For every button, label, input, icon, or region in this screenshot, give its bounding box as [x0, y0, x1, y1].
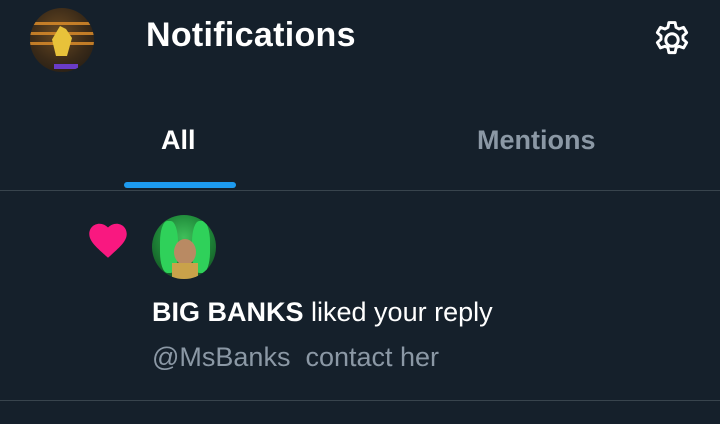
notification-tabs: All Mentions [0, 100, 720, 190]
reply-preview: @MsBanks contact her [152, 342, 439, 373]
notification-item[interactable]: BIG BANKS liked your reply @MsBanks cont… [0, 191, 720, 400]
tab-mentions[interactable]: Mentions [360, 100, 720, 190]
avatar-detail [30, 22, 94, 25]
active-tab-indicator [124, 182, 236, 188]
user-name[interactable]: BIG BANKS [152, 297, 304, 327]
profile-avatar[interactable] [30, 8, 94, 72]
item-divider [0, 400, 720, 401]
user-avatar[interactable] [152, 215, 216, 279]
heart-icon [89, 223, 127, 258]
avatar-detail [172, 263, 198, 279]
tab-label: All [161, 125, 196, 155]
notification-text: BIG BANKS liked your reply [152, 297, 493, 328]
mention-handle[interactable]: @MsBanks [152, 342, 290, 372]
gear-icon [655, 21, 689, 55]
avatar-detail [174, 239, 196, 265]
avatar-detail [54, 64, 78, 69]
reply-snippet: contact her [305, 342, 440, 372]
top-bar: Notifications [0, 0, 720, 80]
tab-all[interactable]: All [0, 100, 360, 190]
page-title: Notifications [146, 16, 356, 54]
notification-action: liked your reply [303, 297, 493, 327]
avatar-figure [52, 26, 72, 56]
tab-label: Mentions [477, 125, 596, 155]
notifications-screen: Notifications All Mentions BIG BANKS lik… [0, 0, 720, 424]
settings-button[interactable] [650, 18, 694, 62]
